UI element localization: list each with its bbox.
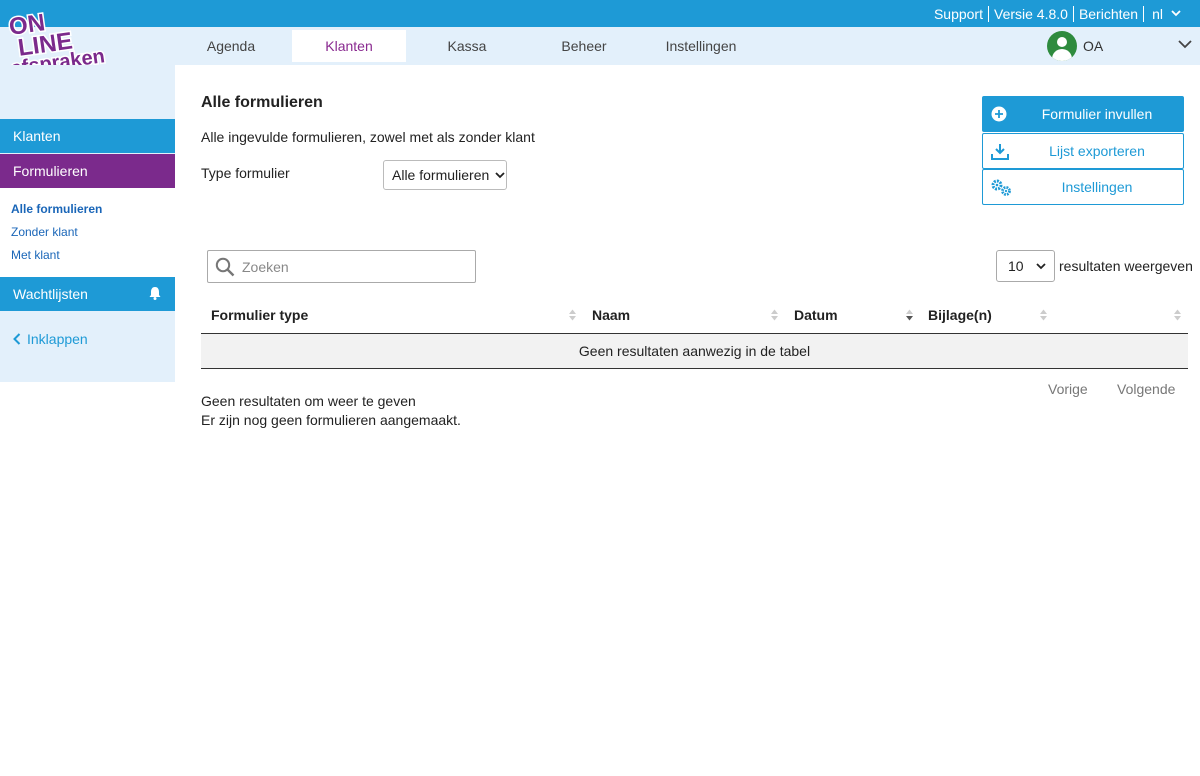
column-label: Naam bbox=[592, 307, 631, 323]
empty-note: Er zijn nog geen formulieren aangemaakt. bbox=[201, 412, 461, 428]
avatar bbox=[1047, 31, 1077, 61]
sidebar-collapse-label: Inklappen bbox=[27, 331, 88, 347]
sidebar-item-formulieren[interactable]: Formulieren bbox=[0, 154, 175, 188]
page-length-label: resultaten weergeven bbox=[1059, 258, 1193, 274]
gears-icon bbox=[991, 179, 1011, 196]
nav-tab-instellingen[interactable]: Instellingen bbox=[655, 30, 747, 62]
sidebar-submenu: Alle formulieren Zonder klant Met klant bbox=[0, 188, 175, 277]
user-menu[interactable]: OA bbox=[1047, 31, 1103, 61]
language-label: nl bbox=[1152, 5, 1163, 22]
sidebar-collapse-button[interactable]: Inklappen bbox=[13, 331, 88, 347]
export-list-label: Lijst exporteren bbox=[1049, 143, 1145, 159]
search-icon bbox=[215, 257, 235, 277]
support-link[interactable]: Support bbox=[929, 6, 988, 22]
download-icon bbox=[991, 144, 1009, 160]
sort-icon bbox=[1040, 309, 1047, 321]
sort-descending-icon bbox=[906, 309, 913, 321]
nav-tab-beheer[interactable]: Beheer bbox=[543, 30, 625, 62]
sidebar: Klanten Formulieren Alle formulieren Zon… bbox=[0, 65, 175, 382]
chevron-down-icon bbox=[1171, 10, 1181, 17]
bell-icon bbox=[149, 287, 161, 300]
pagination-previous[interactable]: Vorige bbox=[1048, 381, 1088, 397]
column-header-naam[interactable]: Naam bbox=[592, 300, 772, 334]
page-length-select[interactable]: 10 bbox=[996, 250, 1055, 282]
column-header-datum[interactable]: Datum bbox=[794, 300, 914, 334]
column-header-bijlagen[interactable]: Bijlage(n) bbox=[928, 300, 1038, 334]
export-list-button[interactable]: Lijst exporteren bbox=[982, 133, 1184, 169]
sidebar-item-wachtlijsten[interactable]: Wachtlijsten bbox=[0, 277, 175, 311]
user-initials: OA bbox=[1083, 38, 1104, 54]
plus-circle-icon bbox=[991, 106, 1007, 122]
chevron-left-icon bbox=[13, 333, 21, 345]
sidebar-subitem-zonder-klant[interactable]: Zonder klant bbox=[11, 225, 78, 239]
nav-tab-kassa[interactable]: Kassa bbox=[426, 30, 508, 62]
fill-form-button[interactable]: Formulier invullen bbox=[982, 96, 1184, 132]
column-label: Bijlage(n) bbox=[928, 307, 992, 323]
top-utility-bar: Support Versie 4.8.0 Berichten nl bbox=[0, 0, 1200, 27]
messages-link[interactable]: Berichten bbox=[1072, 5, 1143, 22]
page-length-value: 10 bbox=[1008, 258, 1024, 274]
sort-icon bbox=[569, 309, 576, 321]
sidebar-item-klanten[interactable]: Klanten bbox=[0, 119, 175, 153]
settings-label: Instellingen bbox=[1061, 179, 1133, 195]
main-navigation: Agenda Klanten Kassa Beheer Instellingen… bbox=[0, 27, 1200, 65]
sidebar-subitem-met-klant[interactable]: Met klant bbox=[11, 248, 60, 262]
sidebar-item-label: Wachtlijsten bbox=[13, 286, 88, 302]
column-header-formulier-type[interactable]: Formulier type bbox=[211, 300, 581, 334]
type-filter-value: Alle formulieren bbox=[392, 167, 490, 183]
search-input[interactable] bbox=[242, 256, 467, 278]
top-links: Support Versie 4.8.0 Berichten nl bbox=[929, 0, 1186, 27]
chevron-down-icon bbox=[1035, 262, 1046, 269]
column-label: Datum bbox=[794, 307, 838, 323]
fill-form-label: Formulier invullen bbox=[1041, 106, 1153, 122]
user-menu-chevron-icon[interactable] bbox=[1178, 40, 1192, 49]
search-box bbox=[207, 250, 476, 283]
sidebar-subitem-alle-formulieren[interactable]: Alle formulieren bbox=[11, 202, 102, 216]
chevron-down-icon bbox=[495, 171, 505, 178]
language-selector[interactable]: nl bbox=[1143, 5, 1186, 22]
table-empty-row: Geen resultaten aanwezig in de tabel bbox=[201, 334, 1188, 369]
type-filter-label: Type formulier bbox=[201, 165, 290, 181]
type-filter-select[interactable]: Alle formulieren bbox=[383, 160, 507, 190]
table-header: Formulier type Naam Datum Bijlage(n) bbox=[201, 300, 1188, 334]
sort-icon bbox=[1174, 309, 1181, 321]
column-label: Formulier type bbox=[211, 307, 309, 323]
pagination-next[interactable]: Volgende bbox=[1117, 381, 1175, 397]
table-info: Geen resultaten om weer te geven bbox=[201, 393, 416, 409]
nav-tab-klanten[interactable]: Klanten bbox=[292, 30, 406, 62]
settings-button[interactable]: Instellingen bbox=[982, 169, 1184, 205]
sort-icon bbox=[771, 309, 778, 321]
page-description: Alle ingevulde formulieren, zowel met al… bbox=[201, 129, 535, 145]
page-title: Alle formulieren bbox=[201, 94, 323, 111]
version-link[interactable]: Versie 4.8.0 bbox=[988, 5, 1073, 22]
nav-tab-agenda[interactable]: Agenda bbox=[190, 30, 272, 62]
